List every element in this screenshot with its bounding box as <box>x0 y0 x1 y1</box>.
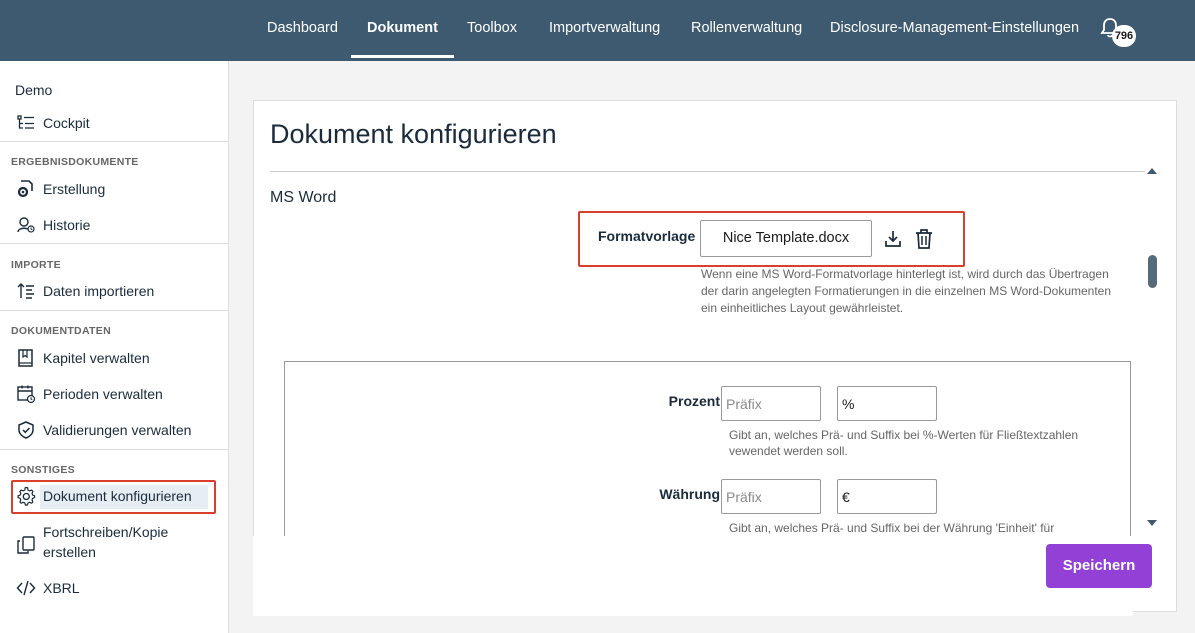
trash-icon[interactable] <box>914 228 934 250</box>
scroll-up-arrow[interactable] <box>1147 168 1157 174</box>
divider <box>0 243 228 244</box>
copy-icon <box>15 534 37 556</box>
nav-importverwaltung[interactable]: Importverwaltung <box>549 0 660 58</box>
document-gear-icon <box>15 178 37 200</box>
download-icon[interactable] <box>883 229 903 249</box>
sidebar-item-daten-importieren[interactable]: Daten importieren <box>15 280 154 302</box>
scroll-clip <box>253 536 1133 616</box>
sidebar-item-erstellung[interactable]: Erstellung <box>15 178 105 200</box>
cockpit-icon <box>15 112 37 134</box>
section-importe: IMPORTE <box>11 259 61 271</box>
sidebar-item-perioden-verwalten[interactable]: Perioden verwalten <box>15 383 163 405</box>
divider <box>0 449 228 450</box>
history-icon <box>15 214 37 236</box>
template-file-field[interactable]: Nice Template.docx <box>700 220 872 257</box>
waehrung-suffix-input[interactable] <box>837 479 937 514</box>
sidebar-item-xbrl[interactable]: XBRL <box>15 577 80 599</box>
divider <box>0 310 228 311</box>
scrollbar-thumb[interactable] <box>1148 255 1157 288</box>
project-name: Demo <box>15 82 53 98</box>
section-ergebnisdokumente: ERGEBNISDOKUMENTE <box>11 156 139 168</box>
prozent-label: Prozent <box>668 393 720 409</box>
prozent-help-text: Gibt an, welches Prä- und Suffix bei %-W… <box>729 428 1079 458</box>
code-icon <box>15 577 37 599</box>
sidebar-item-fortschreiben-kopie[interactable]: Fortschreiben/Kopie erstellen <box>15 522 168 562</box>
formatvorlage-label: Formatvorlage <box>598 228 696 244</box>
prozent-prefix-input[interactable] <box>721 386 821 421</box>
waehrung-help-text: Gibt an, welches Prä- und Suffix bei der… <box>729 521 1055 535</box>
nav-dokument[interactable]: Dokument <box>351 0 454 58</box>
sidebar-item-historie[interactable]: Historie <box>15 214 90 236</box>
top-navigation: Dashboard Dokument Toolbox Importverwalt… <box>0 0 1195 61</box>
section-dokumentdaten: DOKUMENTDATEN <box>11 325 111 337</box>
sidebar-item-validierungen-verwalten[interactable]: Validierungen verwalten <box>15 419 191 441</box>
annotation-highlight-sidebar <box>11 480 216 514</box>
formatvorlage-help-text: Wenn eine MS Word-Formatvorlage hinterle… <box>701 267 1112 315</box>
divider <box>0 141 228 142</box>
book-icon <box>15 347 37 369</box>
scroll-down-arrow[interactable] <box>1147 520 1157 526</box>
waehrung-prefix-input[interactable] <box>721 479 821 514</box>
waehrung-label: Währung <box>659 486 720 502</box>
calendar-clock-icon <box>15 383 37 405</box>
sidebar-item-cockpit[interactable]: Cockpit <box>15 112 90 134</box>
divider <box>270 171 1145 172</box>
section-sonstiges: SONSTIGES <box>11 464 75 476</box>
notification-badge[interactable]: 796 <box>1112 25 1136 47</box>
import-list-icon <box>15 280 37 302</box>
nav-disclosure-management[interactable]: Disclosure-Management-Einstellungen <box>830 0 1079 58</box>
sidebar-item-kapitel-verwalten[interactable]: Kapitel verwalten <box>15 347 150 369</box>
nav-rollenverwaltung[interactable]: Rollenverwaltung <box>691 0 802 58</box>
page-title: Dokument konfigurieren <box>270 119 557 149</box>
nav-toolbox[interactable]: Toolbox <box>467 0 517 58</box>
prozent-suffix-input[interactable] <box>837 386 937 421</box>
section-title-ms-word: MS Word <box>270 189 337 206</box>
nav-dashboard[interactable]: Dashboard <box>267 0 338 58</box>
shield-check-icon <box>15 419 37 441</box>
save-button[interactable]: Speichern <box>1046 544 1152 588</box>
sidebar: Demo Cockpit ERGEBNISDOKUMENTE Erstellun… <box>0 61 229 633</box>
